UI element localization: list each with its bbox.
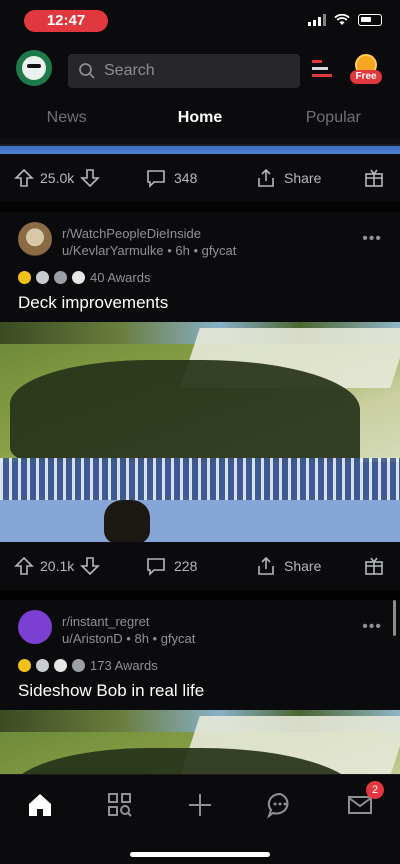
post-header: r/WatchPeopleDieInside u/KevlarYarmulke … <box>0 212 400 266</box>
plus-icon <box>189 794 211 816</box>
free-badge: Free <box>350 70 382 84</box>
post-actions: 20.1k 228 Share <box>0 542 400 590</box>
share-button[interactable]: Share <box>256 168 321 188</box>
nav-chat[interactable] <box>266 791 294 819</box>
upvote-icon[interactable] <box>14 556 34 576</box>
snoo-avatar-icon <box>22 56 46 80</box>
upvote-count: 20.1k <box>40 558 75 574</box>
app-header: Search Free <box>0 48 400 94</box>
media-shadow <box>10 360 360 470</box>
previous-post-actions: 25.0k 348 Share <box>0 154 400 202</box>
status-icons <box>308 14 382 26</box>
status-bar: 12:47 <box>0 0 400 44</box>
inbox-badge: 2 <box>366 781 384 799</box>
tab-home[interactable]: Home <box>133 100 266 136</box>
previous-post-media[interactable] <box>0 138 400 154</box>
subreddit-name[interactable]: r/instant_regret <box>62 614 149 629</box>
downvote-icon[interactable] <box>80 168 101 188</box>
post-video[interactable] <box>0 322 400 542</box>
feed-tabs: News Home Popular <box>0 100 400 136</box>
nav-create-post[interactable] <box>186 791 214 819</box>
chat-icon <box>267 792 289 819</box>
coins-button[interactable]: Free <box>350 54 382 86</box>
award-gift-icon[interactable] <box>364 168 384 188</box>
award-count: 173 Awards <box>90 657 158 673</box>
post-awards[interactable]: 173 Awards <box>0 654 400 676</box>
downvote-icon[interactable] <box>80 556 101 576</box>
award-gift-icon[interactable] <box>364 556 384 576</box>
post-meta[interactable]: u/KevlarYarmulke • 6h • gfycat <box>62 243 236 258</box>
post-awards[interactable]: 40 Awards <box>0 266 400 288</box>
award-icon <box>18 270 31 284</box>
media-dog <box>104 500 150 542</box>
media-deck-boards <box>0 500 400 542</box>
tab-popular[interactable]: Popular <box>267 100 400 136</box>
comment-count: 348 <box>174 170 198 186</box>
discover-icon <box>108 793 132 817</box>
share-icon <box>258 168 274 187</box>
post-video[interactable] <box>0 710 400 774</box>
feed[interactable]: 25.0k 348 Share r/WatchPeopleDieInside u… <box>0 138 400 774</box>
home-indicator[interactable] <box>130 852 270 857</box>
profile-avatar[interactable] <box>16 50 52 86</box>
share-label: Share <box>284 558 322 574</box>
award-icon <box>72 270 85 284</box>
share-label: Share <box>284 170 322 186</box>
cellular-signal-icon <box>308 14 326 26</box>
more-options-icon[interactable]: ••• <box>362 618 382 636</box>
nav-home[interactable] <box>26 791 54 819</box>
award-icon <box>36 270 49 284</box>
award-icon <box>72 658 85 672</box>
post-separator <box>0 202 400 212</box>
award-icon <box>18 658 31 672</box>
status-time: 12:47 <box>24 10 108 32</box>
post-header: r/instant_regret u/AristonD • 8h • gfyca… <box>0 600 400 654</box>
feed-scrollbar[interactable] <box>393 600 396 636</box>
comments-button[interactable]: 348 <box>146 168 197 188</box>
award-count: 40 Awards <box>90 269 151 285</box>
comment-icon <box>147 170 165 188</box>
post-separator <box>0 590 400 600</box>
post-title[interactable]: Deck improvements <box>0 288 400 322</box>
share-icon <box>258 556 274 575</box>
popular-queue-icon[interactable] <box>312 60 334 82</box>
vote-control: 25.0k <box>14 168 101 188</box>
subreddit-avatar[interactable] <box>18 222 52 256</box>
search-input[interactable]: Search <box>68 54 300 88</box>
nav-discover[interactable] <box>106 791 134 819</box>
nav-inbox[interactable]: 2 <box>346 781 384 819</box>
award-icon <box>36 658 49 672</box>
upvote-count: 25.0k <box>40 170 75 186</box>
bottom-nav: 2 <box>0 774 400 864</box>
award-icon <box>54 658 67 672</box>
post-meta[interactable]: u/AristonD • 8h • gfycat <box>62 631 195 646</box>
media-railing <box>0 458 400 502</box>
award-icon <box>54 270 67 284</box>
vote-control: 20.1k <box>14 556 101 576</box>
search-icon <box>79 63 95 79</box>
upvote-icon[interactable] <box>14 168 34 188</box>
share-button[interactable]: Share <box>256 556 321 576</box>
subreddit-name[interactable]: r/WatchPeopleDieInside <box>62 226 201 241</box>
more-options-icon[interactable]: ••• <box>362 230 382 248</box>
wifi-icon <box>334 14 350 25</box>
comments-button[interactable]: 228 <box>146 556 197 576</box>
tab-news[interactable]: News <box>0 100 133 136</box>
subreddit-avatar[interactable] <box>18 610 52 644</box>
search-placeholder: Search <box>104 62 155 79</box>
comment-count: 228 <box>174 558 198 574</box>
comment-icon <box>147 558 165 576</box>
home-icon <box>29 794 51 816</box>
battery-icon <box>358 14 382 26</box>
post-title[interactable]: Sideshow Bob in real life <box>0 676 400 710</box>
